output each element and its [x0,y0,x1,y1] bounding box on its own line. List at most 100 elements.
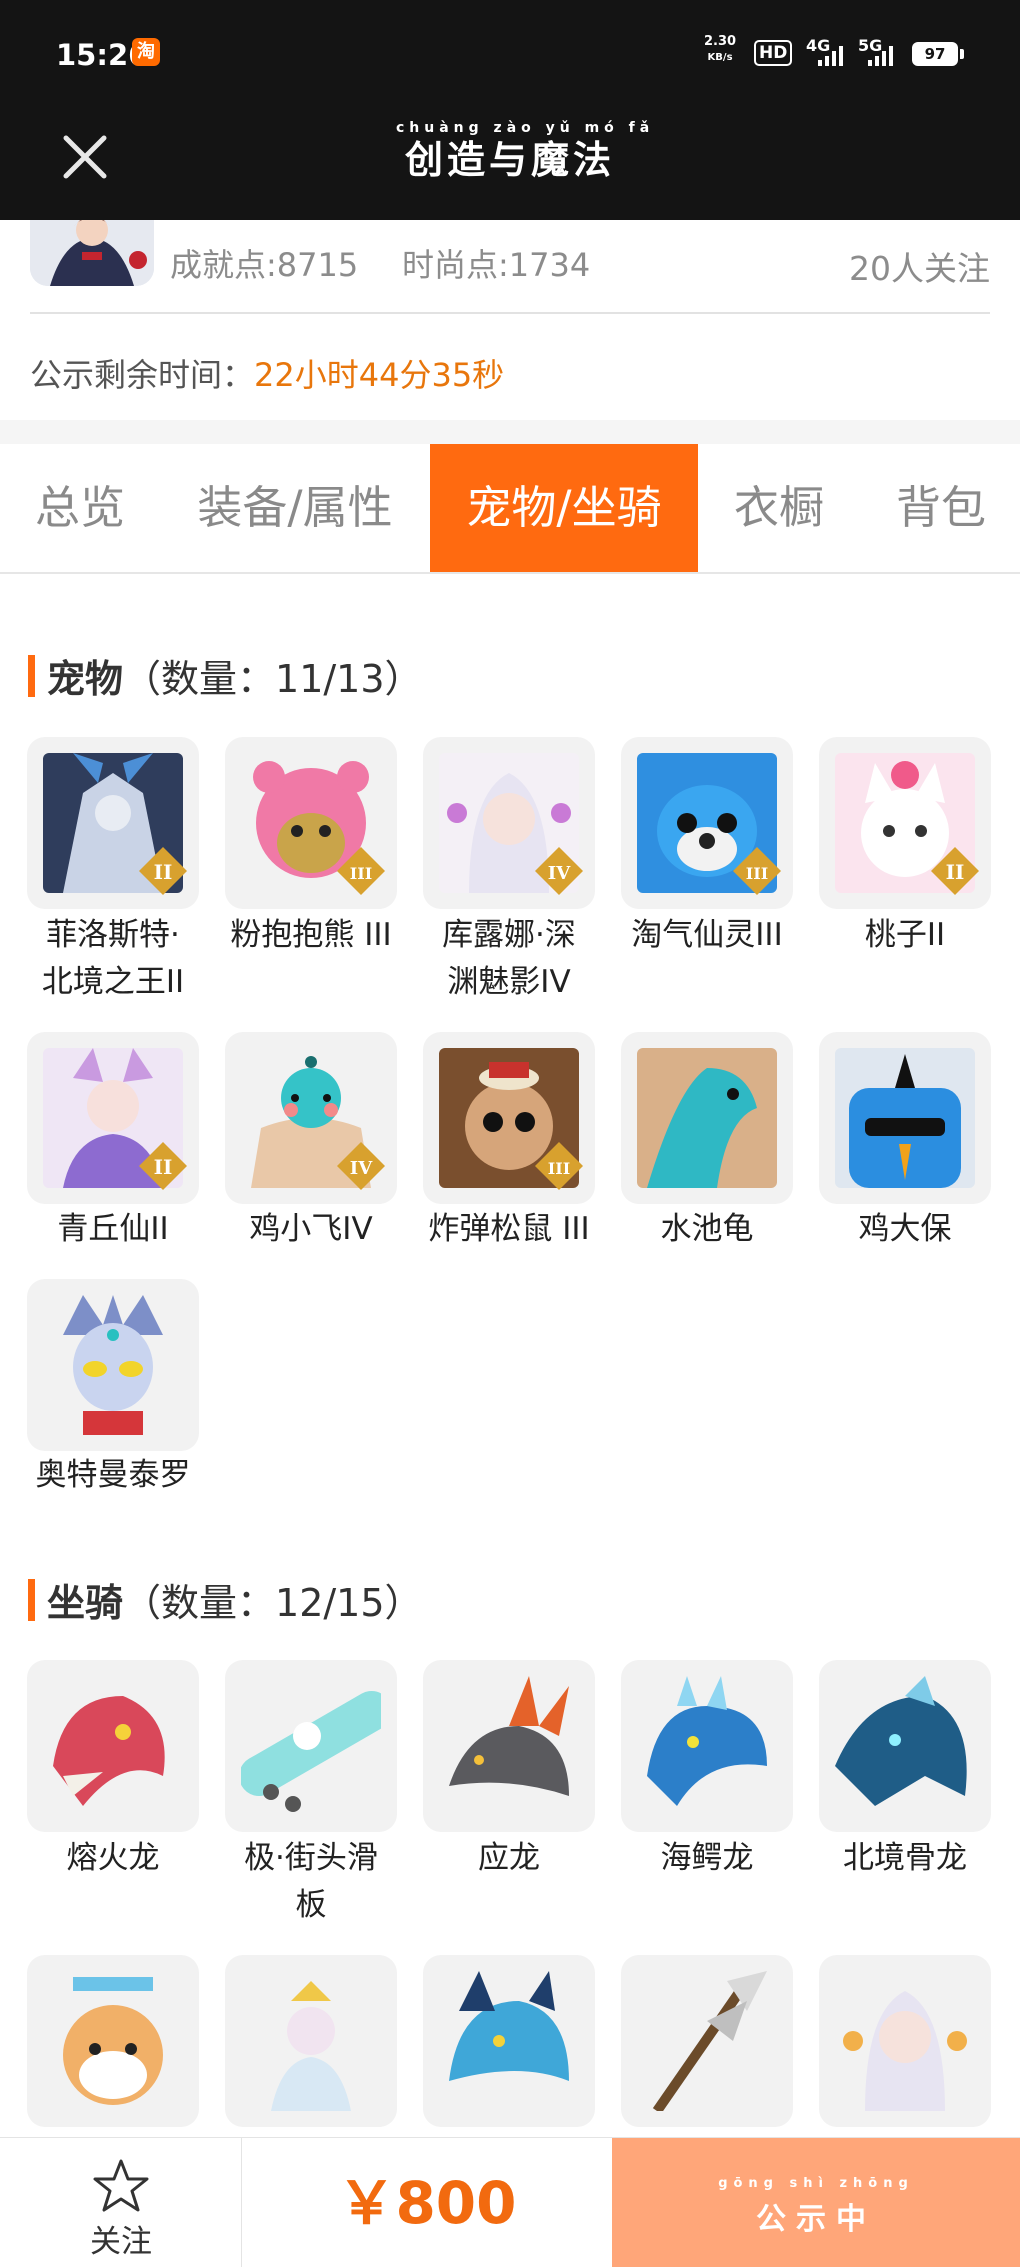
mount-image [835,1971,975,2111]
mount-card[interactable] [621,1955,793,2127]
mount-card[interactable] [819,1955,991,2127]
section-accent-bar [28,654,35,697]
detail-tabs: 总览 装备/属性 宠物/坐骑 衣橱 背包 [0,444,1020,574]
tier-badge-icon: II [139,1142,187,1190]
avatar[interactable] [30,220,154,286]
svg-text:III: III [548,1159,570,1178]
mount-card[interactable] [819,1660,991,1832]
countdown-label: 公示剩余时间： [30,356,255,394]
mount-image [241,1676,381,1816]
mount-image [43,1676,183,1816]
tab-backpack[interactable]: 背包 [876,444,1006,572]
follower-count: 20人关注 [849,249,990,288]
mount-card[interactable] [423,1955,595,2127]
pet-card[interactable]: III [621,737,793,909]
mount-name: 极·街头滑板 [244,1840,378,1923]
pet-image [637,1048,777,1188]
pet-card[interactable] [819,1032,991,1204]
tier-badge-icon: III [535,1142,583,1190]
mounts-section-title: 坐骑 [47,1581,124,1625]
hd-voice-icon: HD [754,40,793,66]
pet-name: 淘气仙灵III [631,917,783,953]
mount-name: 北境骨龙 [843,1840,967,1876]
mount-card[interactable] [27,1955,199,2127]
mount-image [241,1971,381,2111]
pet-name: 炸弹松鼠 III [428,1211,590,1247]
mount-card[interactable] [225,1660,397,1832]
close-icon[interactable] [58,126,112,186]
mount-image [637,1676,777,1816]
pet-name: 青丘仙II [57,1211,169,1247]
price-display: ￥800 [337,2169,517,2237]
status-bar: 15:26 淘 2.30 KB/s HD 4G 5G 97 [0,0,1020,108]
publicity-status-button[interactable]: gōng shì zhōng 公示中 [612,2138,1020,2267]
mount-name: 熔火龙 [66,1840,160,1876]
pets-section-title: 宠物 [47,657,124,701]
section-gap [0,420,1020,444]
mount-name: 海鳄龙 [660,1840,754,1876]
bottom-action-bar: 关注 ￥800 gōng shì zhōng 公示中 [0,2137,1020,2267]
mount-card[interactable] [27,1660,199,1832]
title-bar: chuàng zào yǔ mó fǎ 创造与魔法 [0,108,1020,220]
pet-card[interactable]: II [27,1032,199,1204]
game-logo: chuàng zào yǔ mó fǎ 创造与魔法 [396,120,649,184]
network-rate-unit: KB/s [707,52,733,63]
pet-name: 菲洛斯特· 北境之王II [41,917,185,1000]
section-accent-bar [28,1578,35,1621]
pet-image [43,1295,183,1435]
pet-name: 库露娜·深 渊魅影IV [442,917,576,1000]
mount-card[interactable] [423,1660,595,1832]
tab-pets-mounts[interactable]: 宠物/坐骑 [430,444,698,572]
mount-image [439,1971,579,2111]
tier-badge-icon: II [931,847,979,895]
tier-badge-icon: IV [535,847,583,895]
svg-text:IV: IV [350,1158,373,1179]
svg-text:II: II [154,860,173,884]
close-icon-glyph [63,135,107,179]
pets-section-count: （数量：11/13） [123,657,423,701]
profile-divider [30,312,990,314]
tab-overview[interactable]: 总览 [0,444,160,572]
pet-name: 鸡小飞IV [249,1211,373,1247]
countdown-value: 22小时44分35秒 [254,356,505,394]
mount-image [637,1971,777,2111]
seller-profile: 成就点:8715 时尚点:1734 20人关注 [0,220,1020,320]
tier-badge-icon: II [139,847,187,895]
game-logo-text: 创造与魔法 [404,137,615,182]
mount-card[interactable] [621,1660,793,1832]
pet-card[interactable]: IV [423,737,595,909]
mounts-section-count: （数量：12/15） [123,1581,423,1625]
fashion-points: 时尚点:1734 [402,246,591,284]
network-rate: 2.30 KB/s [704,34,736,66]
achievement-points: 成就点:8715 [170,246,359,284]
follow-button[interactable]: 关注 [0,2138,242,2267]
pet-name: 桃子II [864,917,946,953]
mount-card[interactable] [225,1955,397,2127]
publicity-countdown: 公示剩余时间：22小时44分35秒 [30,350,504,396]
sim1-signal-icon [818,44,843,66]
pet-card[interactable] [621,1032,793,1204]
sim2-signal-icon [868,44,893,66]
pet-card[interactable]: IV [225,1032,397,1204]
pets-section-header: 宠物 （数量：11/13） [28,648,423,703]
mount-name: 应龙 [478,1840,540,1876]
network-rate-value: 2.30 [704,34,737,49]
svg-text:II: II [946,860,965,884]
tab-wardrobe[interactable]: 衣橱 [716,444,842,572]
tab-equipment-attributes[interactable]: 装备/属性 [180,444,410,572]
status-pinyin: gōng shì zhōng [718,2176,914,2191]
svg-text:IV: IV [548,863,571,884]
pet-name: 鸡大保 [858,1211,952,1247]
pet-card[interactable] [27,1279,199,1451]
follow-label: 关注 [90,2224,152,2260]
pet-card[interactable]: II [819,737,991,909]
pet-card[interactable]: II [27,737,199,909]
mounts-section-header: 坐骑 （数量：12/15） [28,1572,423,1627]
battery-icon: 97 [912,42,964,66]
pet-card[interactable]: III [225,737,397,909]
status-text: 公示中 [756,2202,876,2237]
taobao-app-icon: 淘 [132,38,160,66]
mount-image [439,1676,579,1816]
pet-card[interactable]: III [423,1032,595,1204]
star-icon [93,2159,149,2212]
